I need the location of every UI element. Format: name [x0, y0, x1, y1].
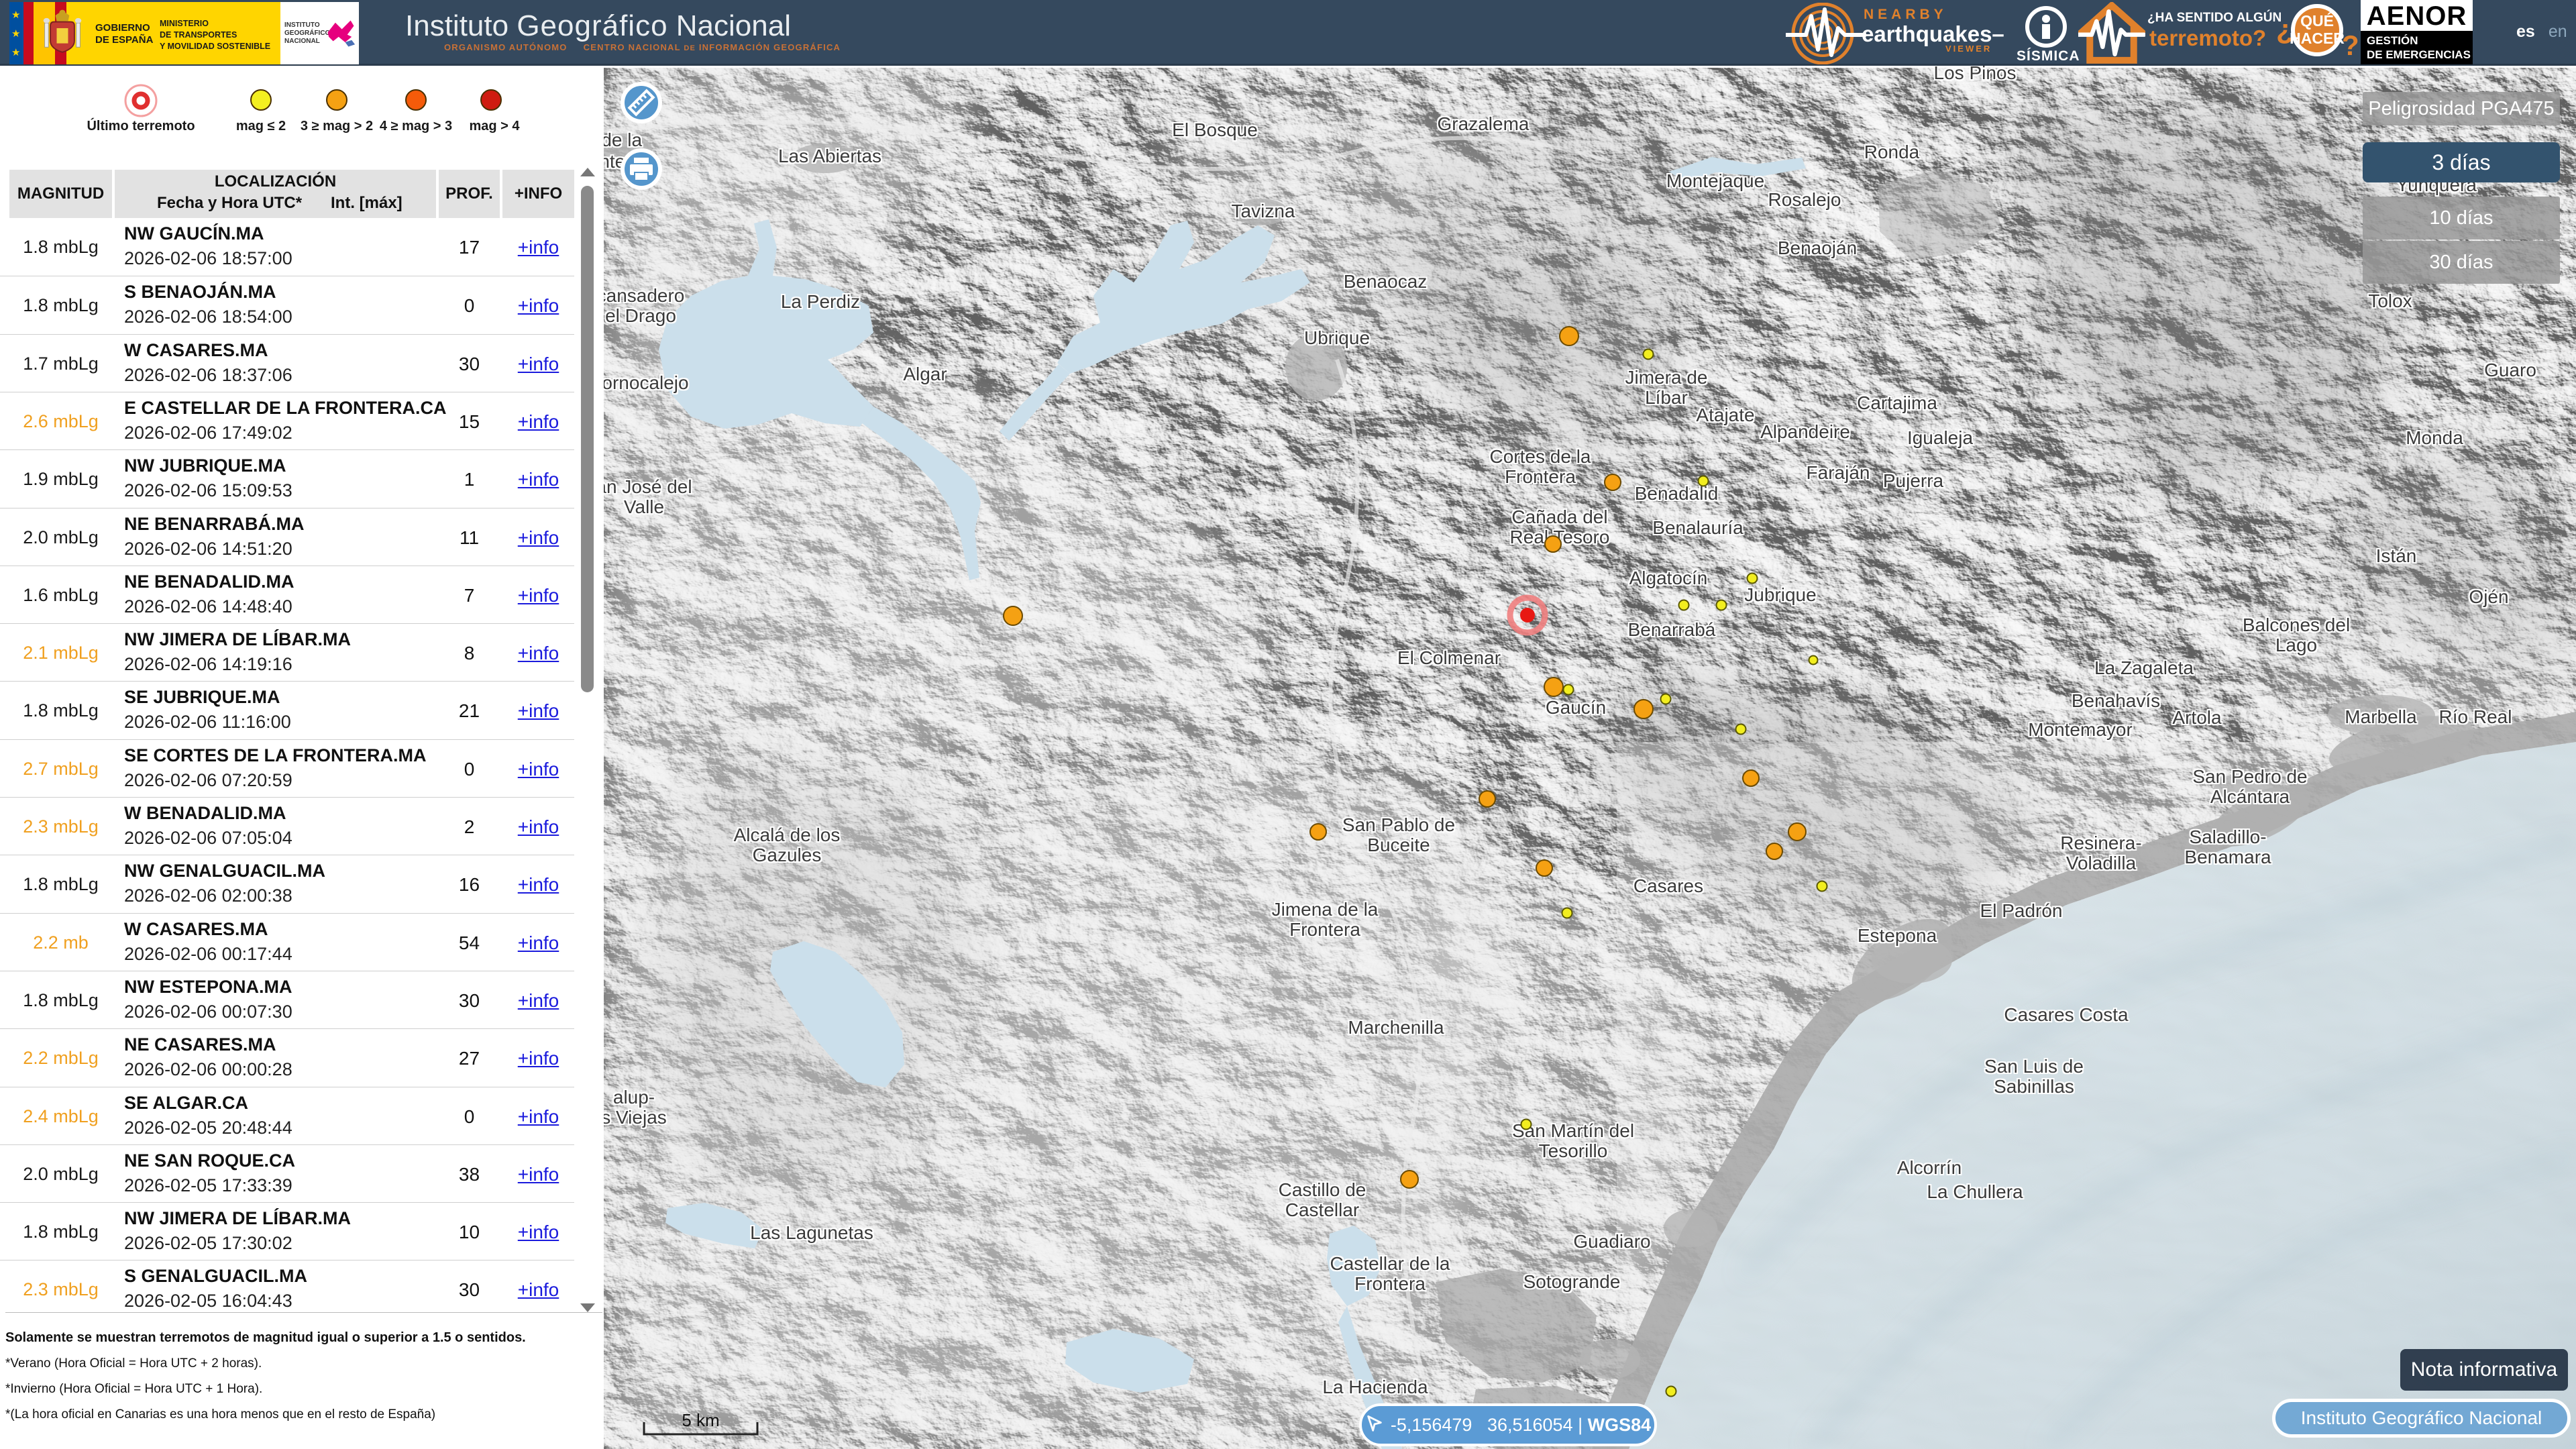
svg-text:QUÉ: QUÉ — [2300, 11, 2334, 30]
svg-text:HACER: HACER — [2290, 30, 2345, 47]
svg-text:?: ? — [2342, 30, 2359, 61]
